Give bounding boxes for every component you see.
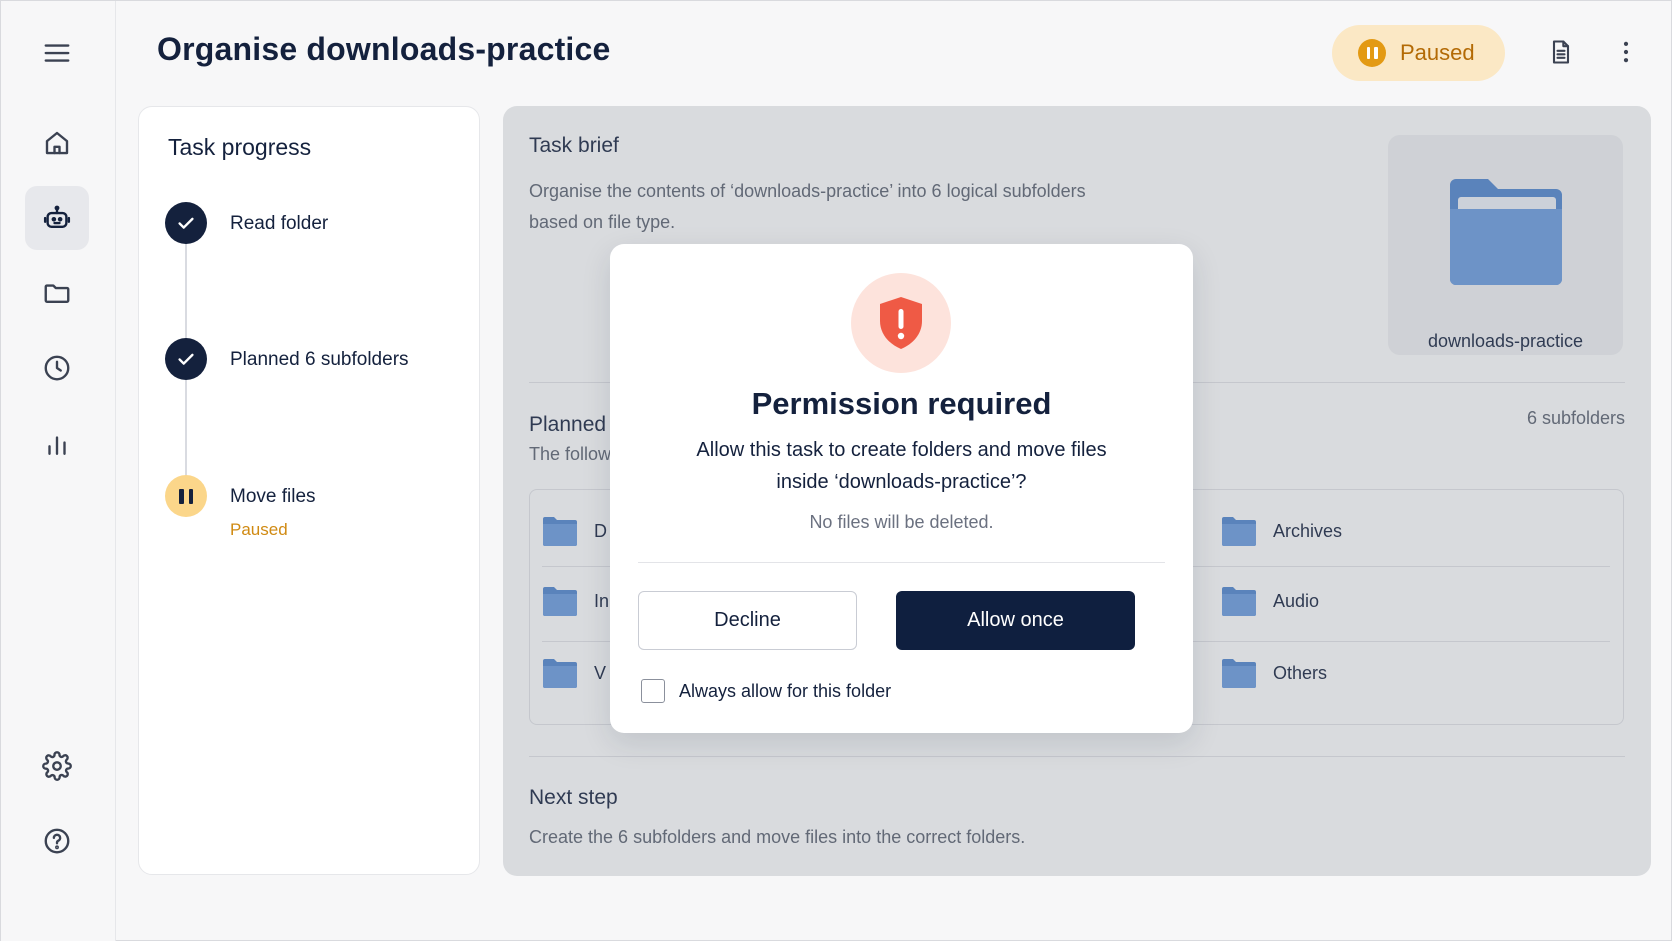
sidebar-item-insights[interactable]: [25, 413, 89, 477]
step-paused-icon: [165, 475, 207, 517]
clock-icon: [44, 355, 70, 381]
sidebar: [1, 1, 116, 941]
sidebar-item-history[interactable]: [25, 336, 89, 400]
gear-icon: [42, 751, 72, 781]
dialog-title: Permission required: [751, 386, 1052, 421]
step-label: Planned 6 subfolders: [230, 349, 409, 370]
bar-chart-icon: [48, 436, 66, 455]
step-status: Paused: [230, 520, 288, 539]
sidebar-item-help[interactable]: [25, 809, 89, 873]
dialog-note: No files will be deleted.: [809, 512, 994, 532]
step-done-icon: [165, 338, 207, 380]
sidebar-item-home[interactable]: [25, 111, 89, 175]
step-connector: [185, 367, 187, 481]
sidebar-item-files[interactable]: [25, 261, 89, 325]
pause-icon: [1358, 39, 1386, 67]
always-allow-option[interactable]: Always allow for this folder: [641, 679, 891, 703]
step-connector: [185, 231, 187, 343]
always-allow-checkbox[interactable]: [641, 679, 665, 703]
page-title: Organise downloads-practice: [157, 31, 611, 67]
folder-icon: [44, 284, 70, 303]
app-window: Organise downloads-practice Paused Task …: [0, 0, 1672, 941]
document-icon[interactable]: [1544, 35, 1578, 69]
warning-shield-icon: [851, 273, 951, 373]
task-progress-title: Task progress: [168, 134, 312, 160]
menu-icon[interactable]: [25, 21, 89, 85]
decline-button[interactable]: Decline: [638, 591, 857, 650]
step-done-icon: [165, 202, 207, 244]
step-label: Move files: [230, 486, 316, 507]
sidebar-item-agent[interactable]: [25, 186, 89, 250]
sidebar-item-settings[interactable]: [25, 734, 89, 798]
dialog-message-line: Allow this task to create folders and mo…: [696, 439, 1107, 461]
status-text: Paused: [1400, 40, 1475, 65]
divider: [638, 562, 1165, 563]
status-badge: Paused: [1332, 25, 1505, 81]
permission-dialog: Permission required Allow this task to c…: [610, 244, 1193, 733]
allow-once-button[interactable]: Allow once: [896, 591, 1135, 650]
dialog-message: Allow this task to create folders and mo…: [650, 434, 1153, 498]
always-allow-label: Always allow for this folder: [679, 680, 892, 701]
dialog-message-line: inside ‘downloads-practice’?: [776, 471, 1027, 493]
task-progress-panel: Task progress Read folder Planned 6 subf…: [138, 106, 480, 875]
more-vertical-icon[interactable]: [1609, 35, 1643, 69]
robot-icon: [43, 205, 71, 228]
home-icon: [45, 131, 69, 155]
step-label: Read folder: [230, 213, 329, 234]
help-icon: [44, 828, 70, 854]
